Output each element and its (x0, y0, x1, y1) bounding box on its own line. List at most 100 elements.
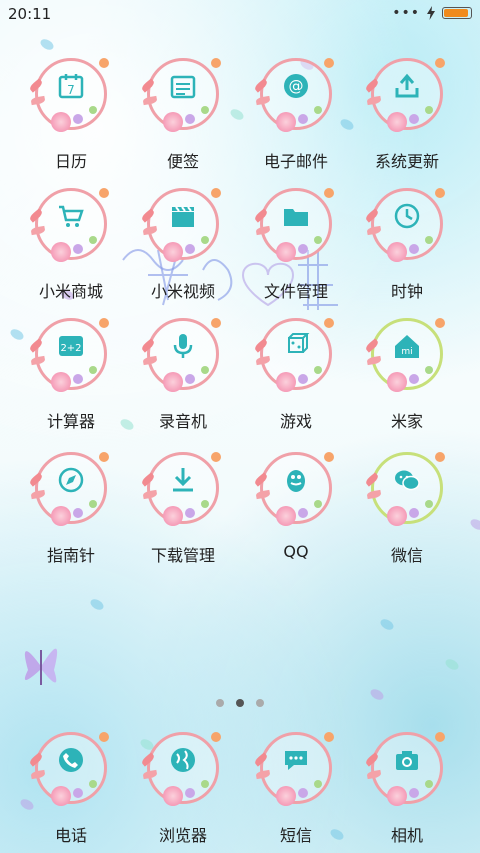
flower-decoration (409, 114, 419, 124)
petal-decoration (468, 517, 480, 532)
notes-icon (170, 75, 196, 99)
rose-decoration (51, 242, 71, 262)
heart-decoration (324, 732, 334, 742)
app-label: 日历 (54, 152, 87, 171)
page-dot[interactable] (256, 699, 264, 707)
rose-decoration (51, 112, 71, 132)
flower-decoration (298, 114, 308, 124)
flower-decoration (425, 500, 433, 508)
app-label: QQ (283, 542, 309, 561)
icon-frame (364, 182, 449, 266)
app-icon-email[interactable]: @ 电子邮件 (241, 52, 351, 172)
page-dot[interactable] (216, 699, 224, 707)
app-label: 系统更新 (374, 152, 439, 171)
app-icon-microphone[interactable]: 录音机 (128, 312, 238, 432)
petal-decoration (378, 617, 396, 632)
app-icon-folder[interactable]: 文件管理 (241, 182, 351, 302)
flower-decoration (201, 366, 209, 374)
app-icon-mi-home[interactable]: mi 米家 (352, 312, 462, 432)
flower-decoration (73, 508, 83, 518)
heart-decoration (99, 452, 109, 462)
update-icon (395, 73, 419, 98)
rose-decoration (276, 372, 296, 392)
flower-decoration (425, 780, 433, 788)
flower-decoration (201, 500, 209, 508)
flower-decoration (89, 106, 97, 114)
flower-decoration (409, 244, 419, 254)
flower-decoration (314, 366, 322, 374)
signal-dots-icon: ••• (392, 5, 420, 21)
flower-decoration (73, 788, 83, 798)
app-icon-calculator[interactable]: 2+2 计算器 (16, 312, 126, 432)
download-icon (173, 468, 193, 492)
charging-bolt-icon (427, 6, 435, 20)
flower-decoration (89, 366, 97, 374)
app-icon-calendar[interactable]: 7 日历 (16, 52, 126, 172)
game-icon (288, 333, 310, 353)
flower-decoration (89, 236, 97, 244)
app-icon-shop-cart[interactable]: 小米商城 (16, 182, 126, 302)
rose-decoration (163, 372, 183, 392)
flower-decoration (73, 114, 83, 124)
heart-decoration (324, 58, 334, 68)
rose-decoration (163, 506, 183, 526)
icon-frame: @ (253, 52, 338, 136)
qq-penguin-icon (287, 470, 305, 492)
icon-frame (28, 446, 113, 530)
svg-text:@: @ (289, 77, 304, 95)
icon-frame: mi (364, 312, 449, 396)
rose-decoration (387, 506, 407, 526)
icon-frame (253, 312, 338, 396)
app-icon-game[interactable]: 游戏 (241, 312, 351, 432)
video-clapper-icon (172, 206, 194, 227)
icon-frame (253, 726, 338, 810)
page-dot-active[interactable] (236, 699, 244, 707)
svg-text:7: 7 (67, 83, 75, 97)
app-icon-message[interactable]: 短信 (241, 726, 351, 846)
app-label: 相机 (390, 826, 423, 845)
icon-frame (140, 52, 225, 136)
flower-decoration (201, 106, 209, 114)
flower-decoration (89, 500, 97, 508)
app-icon-notes[interactable]: 便签 (128, 52, 238, 172)
flower-decoration (425, 236, 433, 244)
app-icon-video-clapper[interactable]: 小米视频 (128, 182, 238, 302)
icon-frame (140, 446, 225, 530)
app-icon-globe[interactable]: 浏览器 (128, 726, 238, 846)
flower-decoration (409, 788, 419, 798)
app-label: 电子邮件 (263, 152, 328, 171)
app-icon-update[interactable]: 系统更新 (352, 52, 462, 172)
app-icon-phone[interactable]: 电话 (16, 726, 126, 846)
heart-decoration (435, 452, 445, 462)
app-icon-qq-penguin[interactable]: QQ (241, 446, 351, 566)
battery-level (444, 9, 468, 17)
app-icon-compass[interactable]: 指南针 (16, 446, 126, 566)
rose-decoration (387, 372, 407, 392)
icon-frame (140, 312, 225, 396)
app-label: 微信 (390, 546, 423, 565)
app-icon-camera[interactable]: 相机 (352, 726, 462, 846)
heart-decoration (211, 732, 221, 742)
message-icon (285, 751, 307, 770)
icon-frame (28, 726, 113, 810)
app-icon-clock[interactable]: 时钟 (352, 182, 462, 302)
icon-frame (140, 182, 225, 266)
calendar-icon: 7 (58, 74, 84, 99)
page-indicator[interactable] (0, 699, 480, 707)
flower-decoration (314, 236, 322, 244)
calculator-icon: 2+2 (59, 336, 83, 356)
flower-decoration (314, 500, 322, 508)
app-icon-wechat[interactable]: 微信 (352, 446, 462, 566)
heart-decoration (211, 188, 221, 198)
heart-decoration (324, 188, 334, 198)
flower-decoration (73, 374, 83, 384)
icon-frame (364, 52, 449, 136)
status-time: 20:11 (8, 5, 52, 23)
app-icon-download[interactable]: 下载管理 (128, 446, 238, 566)
heart-decoration (324, 318, 334, 328)
flower-decoration (89, 780, 97, 788)
clock-icon (394, 203, 420, 229)
icon-frame (140, 726, 225, 810)
flower-decoration (425, 366, 433, 374)
icon-frame (364, 446, 449, 530)
